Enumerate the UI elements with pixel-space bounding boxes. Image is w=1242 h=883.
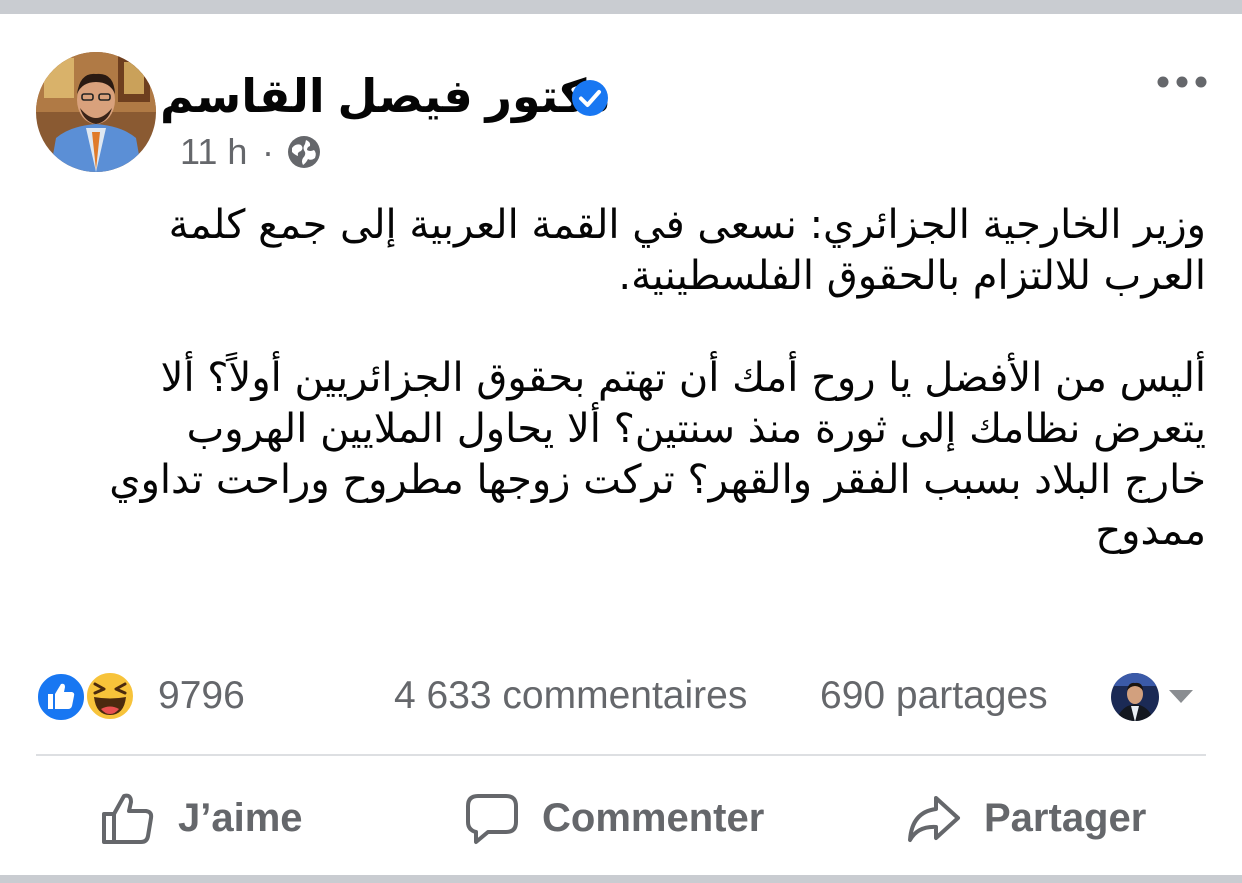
more-options-icon[interactable] (1156, 70, 1208, 94)
post-timestamp[interactable]: 11 h (180, 132, 247, 172)
comment-button-label: Commenter (542, 795, 765, 840)
share-count[interactable]: 690 partages (820, 674, 1048, 718)
post-line-6: ممدوح (1095, 508, 1206, 554)
timestamp-separator: · (262, 131, 274, 172)
comment-button[interactable]: Commenter (464, 786, 764, 850)
globe-icon[interactable] (286, 134, 322, 170)
reaction-count[interactable]: 9796 (158, 674, 245, 718)
post-message: وزير الخارجية الجزائري: نسعى في القمة ال… (36, 200, 1206, 557)
like-button[interactable]: J’aime (100, 786, 303, 850)
post-line-4: يتعرض نظامك إلى ثورة منذ سنتين؟ ألا يحاو… (186, 406, 1206, 452)
like-reaction-icon[interactable] (36, 672, 86, 722)
share-button[interactable]: Partager (906, 786, 1146, 850)
comment-count[interactable]: 4 633 commentaires (394, 674, 747, 718)
share-button-label: Partager (984, 795, 1147, 840)
author-photo (36, 52, 156, 172)
post-line-3: أليس من الأفضل يا روح أمك أن تهتم بحقوق … (160, 355, 1206, 401)
feed-separator-bottom (0, 875, 1242, 883)
post-line-2: العرب للالتزام بالحقوق الفلسطينية. (618, 253, 1206, 299)
comment-icon (466, 794, 518, 844)
viewer-avatar[interactable] (1110, 672, 1160, 722)
thumbs-up-icon (102, 793, 154, 844)
like-button-label: J’aime (178, 795, 303, 840)
author-name[interactable]: دكتور فيصل القاسم (160, 72, 610, 120)
feed-separator-top (0, 0, 1242, 14)
stats-divider (36, 754, 1206, 756)
author-avatar[interactable] (36, 52, 156, 172)
post-line-5: خارج البلاد بسبب الفقر والقهر؟ تركت زوجه… (109, 457, 1206, 503)
share-arrow-icon (908, 796, 960, 842)
verified-badge-icon (572, 80, 608, 116)
haha-reaction-icon[interactable] (84, 670, 136, 722)
post-line-1: وزير الخارجية الجزائري: نسعى في القمة ال… (168, 202, 1206, 248)
chevron-down-icon[interactable] (1166, 686, 1196, 706)
